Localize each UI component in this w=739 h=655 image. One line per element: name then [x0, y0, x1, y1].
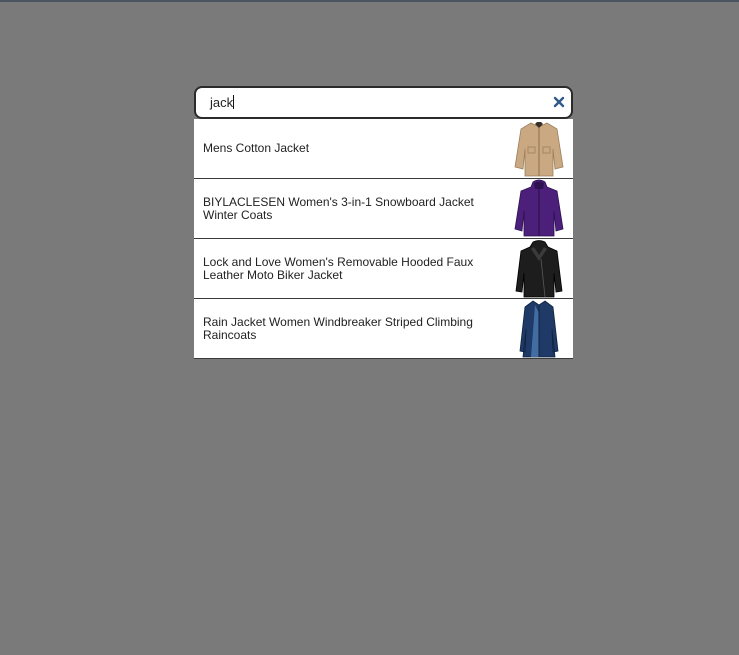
- jacket-thumbnail[interactable]: [511, 179, 567, 238]
- jacket-thumbnail[interactable]: [511, 239, 567, 298]
- search-result-item[interactable]: BIYLACLESEN Women's 3-in-1 Snowboard Jac…: [194, 179, 573, 239]
- search-result-label[interactable]: Mens Cotton Jacket: [194, 142, 493, 155]
- search-input-value[interactable]: jack: [210, 95, 233, 110]
- jacket-thumbnail[interactable]: [511, 119, 567, 178]
- search-box[interactable]: jack: [194, 86, 573, 119]
- search-result-label[interactable]: Lock and Love Women's Removable Hooded F…: [194, 255, 493, 282]
- search-results-list: Mens Cotton Jacket BIYLACLESEN Women's 3…: [194, 119, 573, 359]
- jacket-thumbnail[interactable]: [511, 299, 567, 358]
- search-result-item[interactable]: Mens Cotton Jacket: [194, 119, 573, 179]
- search-autocomplete: jack Mens Cotton Jacket BIYLACLESEN Wome…: [194, 86, 573, 359]
- search-input[interactable]: jack: [210, 88, 530, 117]
- close-icon[interactable]: [551, 94, 567, 110]
- clear-search-button[interactable]: [551, 94, 567, 110]
- window-top-edge: [0, 0, 739, 2]
- text-caret: [233, 95, 235, 109]
- search-result-label[interactable]: BIYLACLESEN Women's 3-in-1 Snowboard Jac…: [194, 195, 493, 222]
- search-result-label[interactable]: Rain Jacket Women Windbreaker Striped Cl…: [194, 315, 493, 342]
- search-result-item[interactable]: Rain Jacket Women Windbreaker Striped Cl…: [194, 299, 573, 359]
- search-result-item[interactable]: Lock and Love Women's Removable Hooded F…: [194, 239, 573, 299]
